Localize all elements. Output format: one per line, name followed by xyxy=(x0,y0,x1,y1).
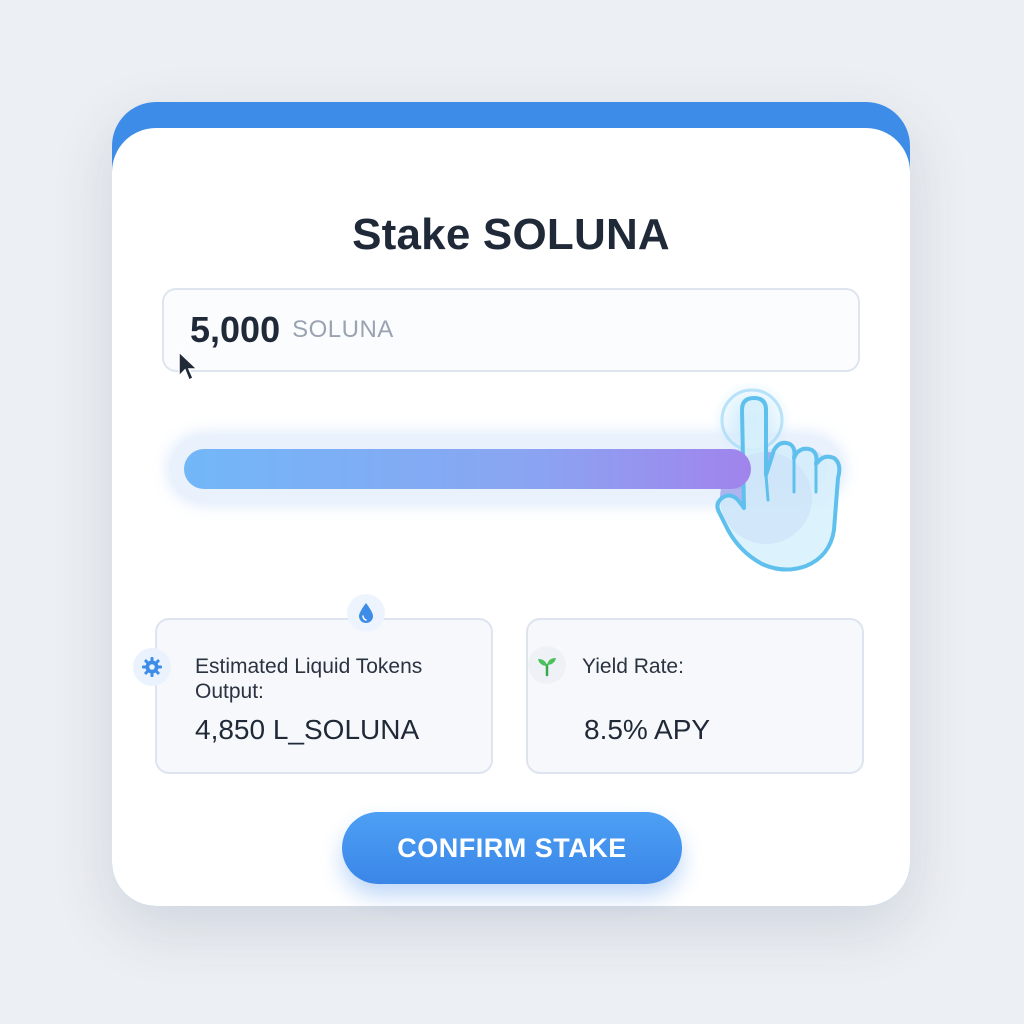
yield-rate-card: Yield Rate: 8.5% APY xyxy=(526,618,864,774)
slider-fill xyxy=(184,449,751,489)
estimated-output-card: Estimated Liquid Tokens Output: 4,850 L_… xyxy=(133,594,493,774)
gear-icon xyxy=(133,648,171,686)
mouse-cursor-icon xyxy=(178,350,199,382)
stake-card-body: Stake SOLUNA 5,000 SOLUNA Estimated Liqu… xyxy=(112,128,910,906)
amount-unit-label: SOLUNA xyxy=(292,316,394,343)
stake-card: Stake SOLUNA 5,000 SOLUNA Estimated Liqu… xyxy=(112,102,910,906)
estimated-output-value: 4,850 L_SOLUNA xyxy=(195,714,420,745)
yield-rate-label: Yield Rate: xyxy=(582,655,684,678)
amount-value[interactable]: 5,000 xyxy=(190,309,280,351)
amount-input[interactable]: 5,000 SOLUNA xyxy=(162,288,860,372)
estimated-output-label: Estimated Liquid Tokens Output: xyxy=(195,655,423,703)
yield-rate-value: 8.5% APY xyxy=(584,714,711,745)
page-title: Stake SOLUNA xyxy=(352,210,670,259)
confirm-stake-button[interactable]: CONFIRM STAKE xyxy=(342,812,682,884)
sprout-icon xyxy=(528,646,566,684)
droplet-icon xyxy=(347,594,385,632)
